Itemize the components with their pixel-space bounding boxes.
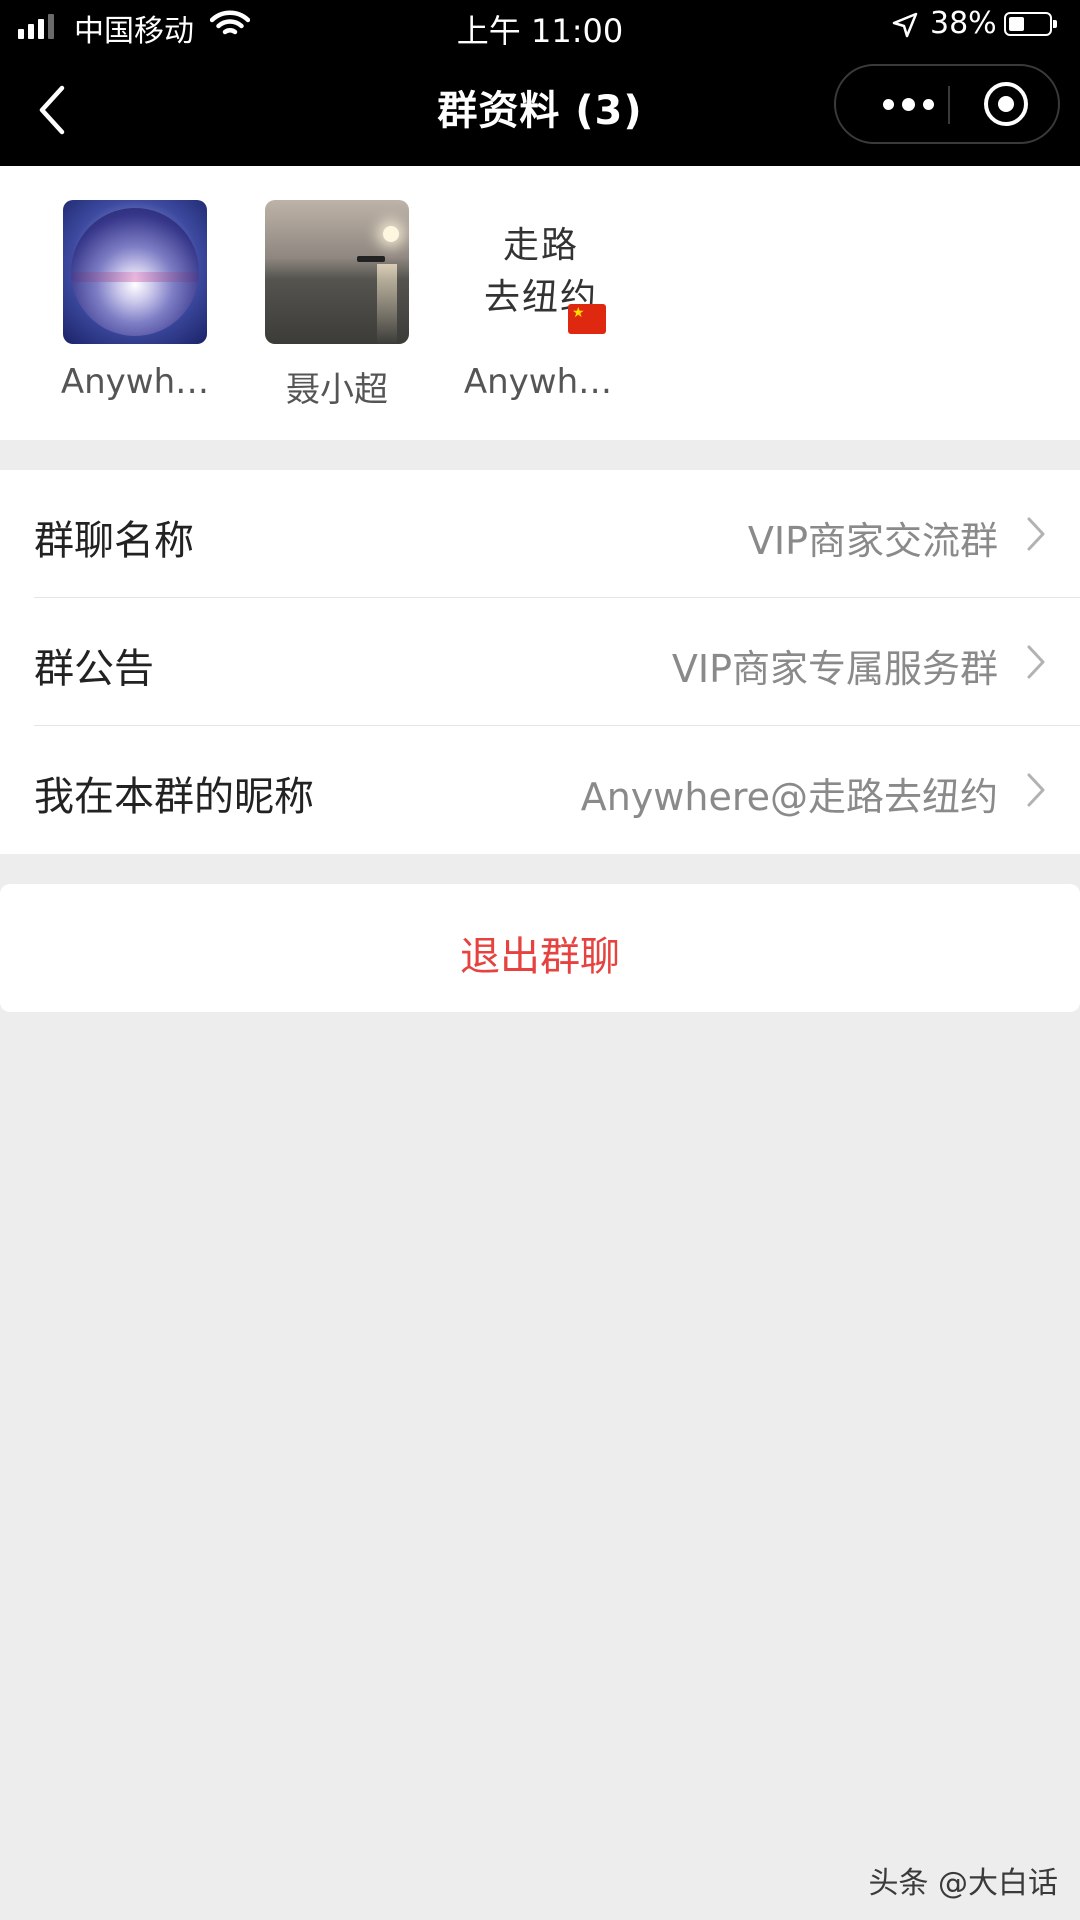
my-nickname-row[interactable]: 我在本群的昵称 Anywhere@走路去纽约 (0, 726, 1080, 854)
member-name: Anywh… (60, 362, 210, 402)
avatar: 走路 去纽约 ★ (466, 200, 610, 344)
row-value: VIP商家专属服务群 (671, 647, 998, 691)
location-arrow-icon (892, 12, 918, 42)
member-name: Anywh… (463, 362, 613, 402)
watermark: 头条 @大白话 (868, 1866, 1058, 1901)
more-options-button[interactable] (868, 66, 948, 142)
capsule-divider (948, 86, 950, 124)
member-name: 聂小超 (286, 370, 388, 410)
mini-program-capsule (834, 64, 1060, 144)
close-mini-program-button[interactable] (982, 80, 1030, 128)
dot-icon (922, 98, 934, 110)
row-value: Anywhere@走路去纽约 (580, 775, 998, 819)
row-label: 群聊名称 (34, 518, 194, 564)
battery-percentage: 38% (930, 6, 997, 41)
dot-icon (882, 98, 894, 110)
top-bar: 中国移动 上午 11:00 38% 群资料 (3) (0, 0, 1080, 166)
target-circle-icon (984, 82, 1028, 126)
member-item[interactable]: 走路 去纽约 ★ Anywh… (458, 200, 618, 402)
row-label: 我在本群的昵称 (34, 774, 314, 820)
battery-icon (1004, 12, 1057, 36)
row-label: 群公告 (34, 646, 154, 692)
group-notice-row[interactable]: 群公告 VIP商家专属服务群 (0, 598, 1080, 726)
exit-group-label: 退出群聊 (460, 934, 620, 980)
group-name-row[interactable]: 群聊名称 VIP商家交流群 (0, 470, 1080, 598)
status-bar: 中国移动 上午 11:00 38% (0, 0, 1080, 52)
dot-icon (901, 97, 915, 111)
china-flag-icon: ★ (568, 304, 606, 334)
member-grid: Anywh… 聂小超 走路 去纽约 ★ Anywh… (0, 166, 1080, 440)
chevron-right-icon (1027, 773, 1045, 807)
member-item[interactable]: Anywh… (55, 200, 215, 402)
group-settings-list: 群聊名称 VIP商家交流群 群公告 VIP商家专属服务群 我在本群的昵称 Any… (0, 470, 1080, 854)
status-time: 上午 11:00 (456, 12, 624, 50)
chevron-right-icon (1027, 517, 1045, 551)
avatar (63, 200, 207, 344)
member-item[interactable]: 聂小超 (257, 200, 417, 411)
avatar (265, 200, 409, 344)
row-value: VIP商家交流群 (747, 519, 998, 563)
chevron-right-icon (1027, 645, 1045, 679)
exit-group-button[interactable]: 退出群聊 (0, 884, 1080, 1012)
